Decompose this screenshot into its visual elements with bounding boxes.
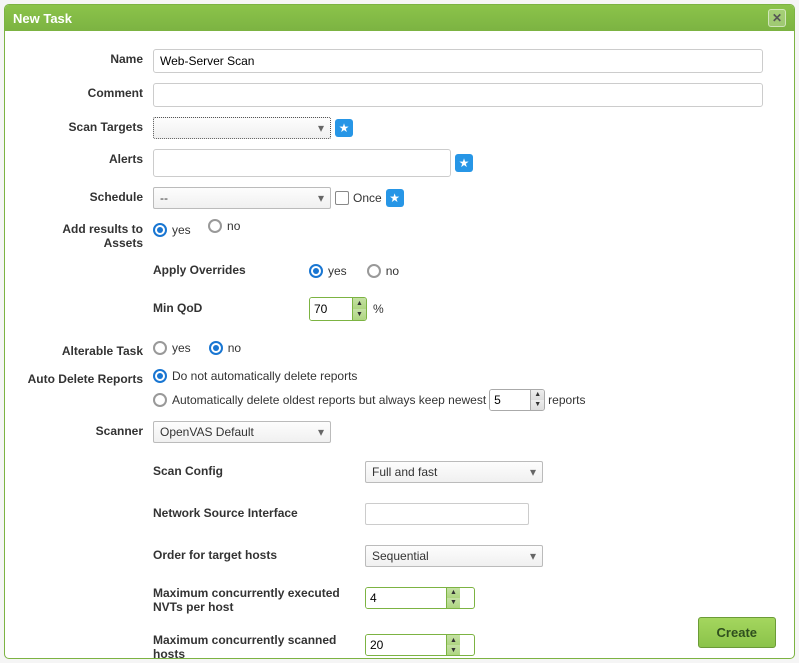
once-label: Once	[353, 191, 382, 205]
new-alert-button[interactable]: ★	[455, 154, 473, 172]
new-schedule-button[interactable]: ★	[386, 189, 404, 207]
spinner-up-icon[interactable]: ▲	[353, 298, 366, 309]
max-hosts-spinner[interactable]: ▲ ▼	[365, 634, 475, 656]
name-input[interactable]	[153, 49, 763, 73]
add-results-no[interactable]: no	[208, 219, 240, 233]
scan-config-select[interactable]: Full and fast ▾	[365, 461, 543, 483]
apply-overrides-yes[interactable]: yes	[309, 264, 347, 278]
apply-overrides-label: Apply Overrides	[153, 264, 303, 278]
scan-targets-select[interactable]: ▾	[153, 117, 331, 139]
min-qod-label: Min QoD	[153, 302, 303, 316]
spinner-down-icon[interactable]: ▼	[353, 309, 366, 320]
keep-newest-input[interactable]	[490, 390, 530, 410]
alterable-no[interactable]: no	[209, 341, 241, 355]
dialog-footer: Create	[698, 617, 776, 648]
scanner-value: OpenVAS Default	[160, 425, 254, 439]
radio-icon	[208, 219, 222, 233]
max-hosts-input[interactable]	[366, 635, 446, 655]
scanner-label: Scanner	[23, 421, 153, 439]
alerts-input[interactable]	[153, 149, 451, 177]
max-hosts-label: Maximum concurrently scanned hosts	[153, 634, 359, 659]
chevron-down-icon: ▾	[526, 465, 540, 479]
new-target-button[interactable]: ★	[335, 119, 353, 137]
dialog-title: New Task	[13, 11, 72, 26]
min-qod-input[interactable]	[310, 298, 352, 320]
spinner-down-icon[interactable]: ▼	[447, 598, 460, 608]
once-checkbox[interactable]	[335, 191, 349, 205]
add-results-yes[interactable]: yes	[153, 223, 191, 237]
max-nvts-label: Maximum concurrently executed NVTs per h…	[153, 587, 359, 615]
radio-icon	[153, 369, 167, 383]
schedule-label: Schedule	[23, 187, 153, 205]
apply-overrides-no[interactable]: no	[367, 264, 399, 278]
radio-icon	[209, 341, 223, 355]
schedule-value: --	[160, 191, 168, 205]
chevron-down-icon: ▾	[314, 121, 328, 135]
auto-delete-no[interactable]: Do not automatically delete reports	[153, 369, 357, 383]
percent-label: %	[373, 302, 384, 316]
comment-input[interactable]	[153, 83, 763, 107]
chevron-down-icon: ▾	[526, 549, 540, 563]
order-hosts-value: Sequential	[372, 549, 429, 563]
alterable-yes[interactable]: yes	[153, 341, 191, 355]
titlebar: New Task ✕	[5, 5, 794, 31]
scan-config-label: Scan Config	[153, 465, 359, 479]
max-nvts-spinner[interactable]: ▲ ▼	[365, 587, 475, 609]
min-qod-spinner[interactable]: ▲ ▼	[309, 297, 367, 321]
alerts-label: Alerts	[23, 149, 153, 167]
radio-icon	[153, 393, 167, 407]
scan-config-value: Full and fast	[372, 465, 437, 479]
spinner-up-icon[interactable]: ▲	[531, 390, 544, 400]
scan-targets-label: Scan Targets	[23, 117, 153, 135]
spinner-up-icon[interactable]: ▲	[447, 635, 460, 645]
max-nvts-input[interactable]	[366, 588, 446, 608]
auto-delete-keep[interactable]: Automatically delete oldest reports but …	[153, 389, 586, 411]
spinner-down-icon[interactable]: ▼	[531, 400, 544, 410]
spinner-down-icon[interactable]: ▼	[447, 645, 460, 655]
order-hosts-label: Order for target hosts	[153, 549, 359, 563]
order-hosts-select[interactable]: Sequential ▾	[365, 545, 543, 567]
net-src-label: Network Source Interface	[153, 507, 359, 521]
chevron-down-icon: ▾	[314, 191, 328, 205]
keep-newest-spinner[interactable]: ▲ ▼	[489, 389, 545, 411]
chevron-down-icon: ▾	[314, 425, 328, 439]
new-task-dialog: New Task ✕ Name Comment Scan Targets ▾ ★	[4, 4, 795, 659]
add-results-label: Add results to Assets	[23, 219, 153, 251]
create-button[interactable]: Create	[698, 617, 776, 648]
alterable-label: Alterable Task	[23, 341, 153, 359]
name-label: Name	[23, 49, 153, 67]
radio-icon	[153, 223, 167, 237]
close-button[interactable]: ✕	[768, 9, 786, 27]
comment-label: Comment	[23, 83, 153, 101]
auto-delete-label: Auto Delete Reports	[23, 369, 153, 387]
radio-icon	[367, 264, 381, 278]
radio-icon	[309, 264, 323, 278]
scanner-select[interactable]: OpenVAS Default ▾	[153, 421, 331, 443]
radio-icon	[153, 341, 167, 355]
dialog-content: Name Comment Scan Targets ▾ ★ Alerts	[5, 31, 794, 659]
net-src-input[interactable]	[365, 503, 529, 525]
spinner-up-icon[interactable]: ▲	[447, 588, 460, 598]
schedule-select[interactable]: -- ▾	[153, 187, 331, 209]
